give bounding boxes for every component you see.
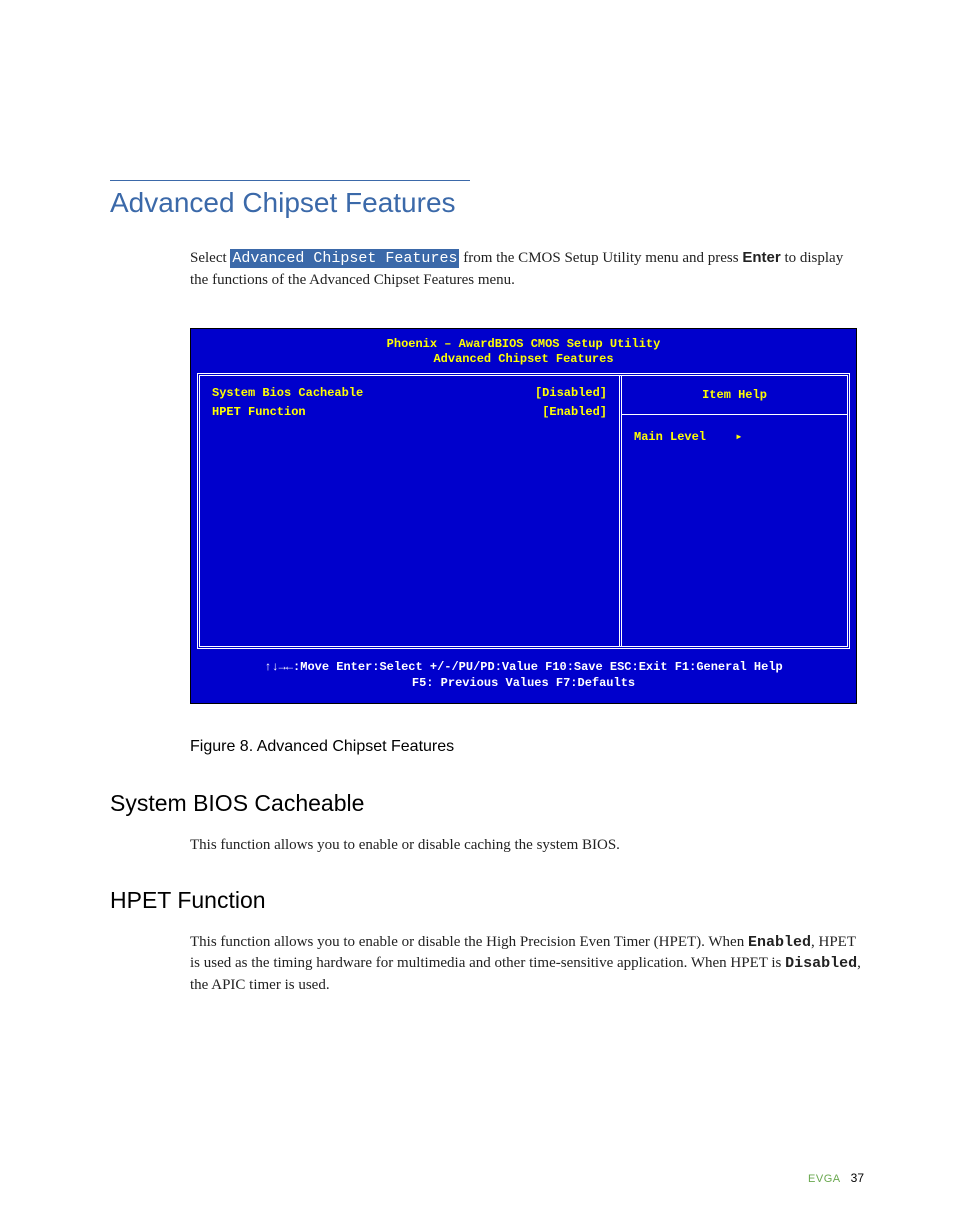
bios-row-value: [Enabled]: [542, 405, 607, 421]
disabled-label: Disabled: [785, 955, 857, 972]
page-footer: EVGA 37: [808, 1171, 864, 1185]
intro-text-pre: Select: [190, 250, 230, 266]
bios-row-hpet-function: HPET Function [Enabled]: [212, 405, 607, 421]
hpet-body-pre: This function allows you to enable or di…: [190, 934, 748, 950]
intro-paragraph: Select Advanced Chipset Features from th…: [190, 247, 864, 292]
bios-footer-line1: ↑↓→←:Move Enter:Select +/-/PU/PD:Value F…: [191, 659, 856, 675]
bios-header-line1: Phoenix – AwardBIOS CMOS Setup Utility: [191, 337, 856, 352]
arrow-right-icon: ▸: [735, 430, 742, 444]
bios-screenshot: Phoenix – AwardBIOS CMOS Setup Utility A…: [190, 328, 857, 704]
section-body-system-bios-cacheable: This function allows you to enable or di…: [190, 835, 864, 857]
bios-item-help-label: Item Help: [622, 376, 847, 415]
section-body-hpet-function: This function allows you to enable or di…: [190, 932, 864, 997]
intro-text-mid: from the CMOS Setup Utility menu and pre…: [459, 250, 742, 266]
section-title-hpet-function: HPET Function: [110, 887, 864, 914]
footer-brand: EVGA: [808, 1173, 841, 1185]
menu-name-highlight: Advanced Chipset Features: [230, 249, 459, 268]
bios-header: Phoenix – AwardBIOS CMOS Setup Utility A…: [191, 329, 856, 373]
bios-header-line2: Advanced Chipset Features: [191, 352, 856, 367]
figure-caption: Figure 8. Advanced Chipset Features: [190, 738, 864, 756]
bios-footer: ↑↓→←:Move Enter:Select +/-/PU/PD:Value F…: [191, 649, 856, 703]
page-title: Advanced Chipset Features: [110, 187, 864, 219]
enter-label: Enter: [742, 249, 780, 266]
bios-row-label: HPET Function: [212, 405, 306, 421]
bios-row-value: [Disabled]: [535, 386, 607, 402]
bios-left-panel: System Bios Cacheable [Disabled] HPET Fu…: [200, 376, 619, 646]
bios-main-level-label: Main Level: [634, 430, 706, 444]
bios-footer-line2: F5: Previous Values F7:Defaults: [191, 675, 856, 691]
enabled-label: Enabled: [748, 934, 811, 951]
bios-main-level: Main Level ▸: [622, 415, 847, 458]
bios-row-system-bios-cacheable: System Bios Cacheable [Disabled]: [212, 386, 607, 402]
bios-right-panel: Item Help Main Level ▸: [619, 376, 847, 646]
bios-row-label: System Bios Cacheable: [212, 386, 363, 402]
title-rule: [110, 180, 470, 181]
page-number: 37: [851, 1171, 864, 1185]
section-title-system-bios-cacheable: System BIOS Cacheable: [110, 790, 864, 817]
